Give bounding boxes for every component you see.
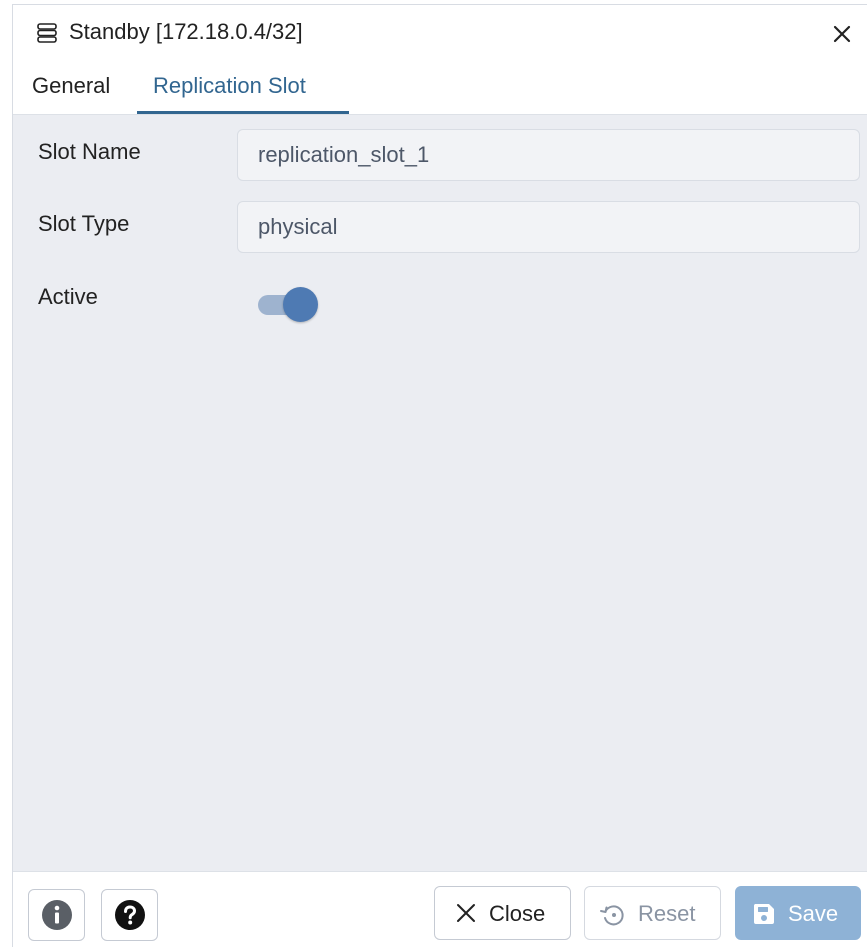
server-stack-icon <box>37 23 57 43</box>
dialog-titlebar: Standby [172.18.0.4/32] <box>13 5 867 61</box>
dialog-title: Standby [172.18.0.4/32] <box>69 19 303 44</box>
slot-type-label: Slot Type <box>38 211 130 236</box>
tab-bar: General Replication Slot <box>13 61 867 115</box>
help-button[interactable] <box>101 889 158 941</box>
info-icon <box>42 900 72 930</box>
save-button-label: Save <box>788 901 839 926</box>
slot-type-field[interactable]: physical <box>237 201 860 253</box>
active-label: Active <box>38 284 98 309</box>
save-button[interactable]: Save <box>735 886 861 940</box>
toggle-thumb <box>283 287 318 322</box>
reset-button-label: Reset <box>638 901 696 926</box>
info-button[interactable] <box>28 889 85 941</box>
close-button-label: Close <box>489 901 546 926</box>
close-icon[interactable] <box>829 21 855 47</box>
reset-button[interactable]: Reset <box>584 886 721 940</box>
close-x-icon <box>457 904 475 922</box>
active-toggle[interactable] <box>256 285 320 323</box>
slot-name-field[interactable]: replication_slot_1 <box>237 129 860 181</box>
dialog-footer: Close Reset Save <box>13 871 867 948</box>
standby-dialog: Standby [172.18.0.4/32] General Replicat… <box>12 4 867 948</box>
form-content: Slot Name replication_slot_1 Slot Type p… <box>13 115 867 871</box>
close-button[interactable]: Close <box>434 886 571 940</box>
slot-name-label: Slot Name <box>38 139 141 164</box>
reset-icon <box>600 905 624 926</box>
save-icon <box>753 904 774 924</box>
active-tab-indicator <box>137 111 349 114</box>
help-icon <box>115 900 145 930</box>
tab-general[interactable]: General <box>32 73 110 99</box>
tab-replication-slot[interactable]: Replication Slot <box>153 73 306 99</box>
